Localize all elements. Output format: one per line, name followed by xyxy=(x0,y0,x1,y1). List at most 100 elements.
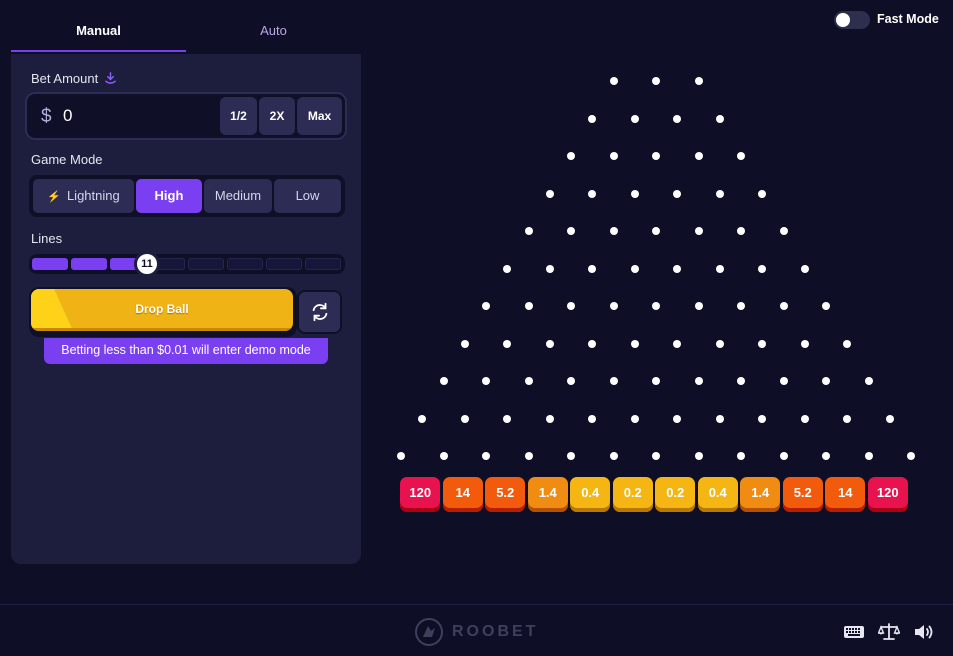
fast-mode-label: Fast Mode xyxy=(877,12,939,26)
balance-scale-icon[interactable] xyxy=(878,622,900,642)
peg xyxy=(715,189,724,198)
roobet-logo: ROOBET xyxy=(414,617,538,647)
peg xyxy=(567,452,575,460)
drop-ball-label: Drop Ball xyxy=(135,302,189,316)
peg xyxy=(715,339,724,348)
drop-ball-button[interactable]: Drop Ball xyxy=(31,289,293,331)
peg xyxy=(630,414,639,423)
peg xyxy=(482,452,490,460)
peg xyxy=(758,189,767,198)
toggle-knob xyxy=(836,13,850,27)
multiplier-bucket: 0.4 xyxy=(697,477,738,512)
tab-auto[interactable]: Auto xyxy=(186,12,361,52)
peg xyxy=(652,152,660,160)
mode-medium-button[interactable]: Medium xyxy=(204,179,272,213)
peg xyxy=(737,452,745,460)
lines-slider-segment xyxy=(71,258,107,270)
peg xyxy=(503,339,512,348)
peg xyxy=(737,152,745,160)
fast-mode-toggle[interactable] xyxy=(834,11,870,29)
mode-lightning-label: Lightning xyxy=(66,188,120,203)
peg xyxy=(545,414,554,423)
tab-manual[interactable]: Manual xyxy=(11,12,186,52)
peg xyxy=(843,339,852,348)
peg xyxy=(439,452,448,460)
peg xyxy=(800,339,809,348)
mode-lightning-button[interactable]: ⚡ Lightning xyxy=(33,179,134,213)
peg xyxy=(652,302,660,310)
multiplier-bucket: 5.2 xyxy=(782,477,823,512)
max-bet-button[interactable]: Max xyxy=(297,97,342,135)
peg xyxy=(673,264,682,273)
lines-slider-segment xyxy=(227,258,263,270)
lines-slider[interactable]: 11 xyxy=(29,251,345,277)
mode-high-button[interactable]: High xyxy=(136,179,202,213)
peg xyxy=(885,414,894,423)
peg xyxy=(630,189,639,198)
multiplier-bucket: 1.4 xyxy=(527,477,568,512)
drop-ball-wrapper: Drop Ball xyxy=(29,287,297,337)
lines-slider-segment xyxy=(305,258,341,270)
peg xyxy=(694,152,703,160)
peg xyxy=(609,227,618,235)
autobet-refresh-button[interactable] xyxy=(297,290,342,334)
peg xyxy=(822,452,830,460)
peg xyxy=(800,414,809,423)
peg xyxy=(652,77,660,85)
peg xyxy=(588,114,597,123)
game-mode-selector: ⚡ Lightning High Medium Low xyxy=(29,175,345,217)
peg xyxy=(609,452,618,460)
peg xyxy=(737,302,745,310)
bet-amount-field: $ 1/2 2X Max xyxy=(25,92,347,140)
multiplier-bucket: 0.4 xyxy=(570,477,611,512)
multiplier-bucket: 120 xyxy=(400,477,441,512)
lines-slider-thumb[interactable]: 11 xyxy=(134,251,160,277)
currency-symbol: $ xyxy=(41,106,52,127)
peg xyxy=(694,227,703,235)
peg xyxy=(694,302,703,310)
double-bet-button[interactable]: 2X xyxy=(259,97,295,135)
peg xyxy=(864,452,873,460)
game-mode-label: Game Mode xyxy=(31,152,103,167)
peg xyxy=(567,152,575,160)
peg xyxy=(503,264,512,273)
multiplier-bucket: 0.2 xyxy=(612,477,653,512)
peg xyxy=(758,264,767,273)
peg xyxy=(609,377,618,385)
peg xyxy=(652,377,660,385)
peg xyxy=(715,114,724,123)
peg xyxy=(460,339,469,348)
peg xyxy=(779,302,788,310)
peg xyxy=(503,414,512,423)
plinko-game: Manual Auto Bet Amount $ 1/2 2X Max Game… xyxy=(0,0,953,656)
peg xyxy=(630,339,639,348)
bet-amount-input[interactable] xyxy=(63,104,213,128)
lines-slider-segment xyxy=(188,258,224,270)
coin-stack-icon[interactable] xyxy=(104,72,117,85)
peg xyxy=(694,452,703,460)
peg xyxy=(609,77,618,85)
volume-icon[interactable] xyxy=(913,622,935,642)
peg xyxy=(630,114,639,123)
peg xyxy=(482,377,490,385)
peg xyxy=(588,339,597,348)
peg xyxy=(588,264,597,273)
peg xyxy=(439,377,448,385)
half-bet-button[interactable]: 1/2 xyxy=(220,97,257,135)
peg xyxy=(694,377,703,385)
peg xyxy=(758,339,767,348)
peg xyxy=(843,414,852,423)
bet-mode-tabs: Manual Auto xyxy=(11,12,361,54)
kangaroo-logo-icon xyxy=(415,618,443,646)
keyboard-icon[interactable] xyxy=(843,622,865,642)
peg xyxy=(758,414,767,423)
peg xyxy=(715,264,724,273)
peg xyxy=(673,339,682,348)
peg xyxy=(524,377,533,385)
refresh-icon xyxy=(312,302,327,322)
lines-label: Lines xyxy=(31,231,63,246)
peg xyxy=(567,302,575,310)
mode-low-button[interactable]: Low xyxy=(274,179,341,213)
peg xyxy=(673,414,682,423)
peg xyxy=(482,302,490,310)
